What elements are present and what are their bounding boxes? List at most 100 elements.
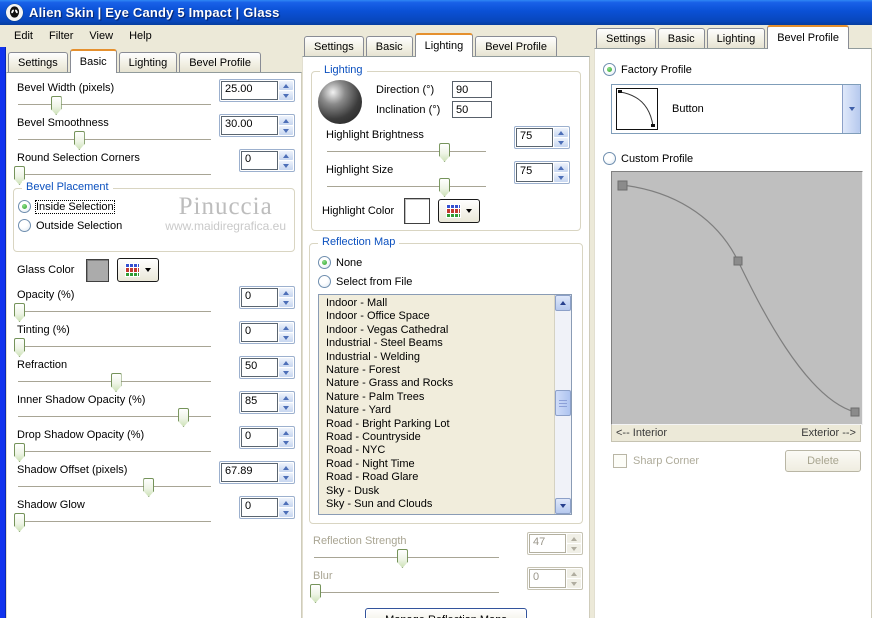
tab-basic[interactable]: Basic: [365, 36, 413, 56]
spin-down-button[interactable]: [567, 544, 581, 553]
scroll-up-button[interactable]: [555, 295, 571, 311]
list-item-road-countryside[interactable]: Road - Countryside: [319, 431, 571, 444]
list-item-industrial-steel-beams[interactable]: Industrial - Steel Beams: [319, 337, 571, 350]
list-item-sky-sun-and-clouds[interactable]: Sky - Sun and Clouds: [319, 498, 571, 511]
slider-thumb[interactable]: [14, 303, 25, 322]
param-value-input[interactable]: 0: [241, 288, 278, 307]
list-item-indoor-office-space[interactable]: Indoor - Office Space: [319, 310, 571, 323]
param-value-input[interactable]: 0: [529, 569, 566, 588]
slider-thumb[interactable]: [439, 178, 451, 197]
tab-settings[interactable]: Settings: [304, 36, 364, 56]
tab-lighting[interactable]: Lighting: [706, 28, 766, 48]
slider-track[interactable]: [18, 131, 211, 150]
slider-track[interactable]: [14, 513, 211, 532]
param-value-input[interactable]: 75: [516, 163, 553, 182]
spin-up-button[interactable]: [567, 569, 581, 578]
slider-track[interactable]: [314, 549, 499, 568]
list-item-road-nyc[interactable]: Road - NYC: [319, 444, 571, 457]
spin-down-button[interactable]: [279, 508, 293, 517]
tab-basic[interactable]: Basic: [69, 49, 117, 73]
spin-down-button[interactable]: [279, 126, 293, 135]
factory-profile-combobox[interactable]: Button: [611, 84, 861, 134]
spin-down-button[interactable]: [279, 438, 293, 447]
param-value-input[interactable]: 67.89: [221, 463, 278, 482]
glass-color-swatch[interactable]: [86, 258, 110, 282]
spin-up-button[interactable]: [279, 288, 293, 297]
spin-up-button[interactable]: [279, 323, 293, 332]
list-item-nature-forest[interactable]: Nature - Forest: [319, 364, 571, 377]
slider-track[interactable]: [18, 478, 211, 497]
spin-up-button[interactable]: [279, 358, 293, 367]
param-value-input[interactable]: 47: [529, 534, 566, 553]
list-item-road-road-glare[interactable]: Road - Road Glare: [319, 471, 571, 484]
direction-input[interactable]: 90: [452, 81, 492, 98]
menu-item-edit[interactable]: Edit: [6, 27, 41, 45]
param-value-input[interactable]: 0: [241, 428, 278, 447]
spin-down-button[interactable]: [554, 173, 568, 182]
slider-track[interactable]: [14, 443, 211, 462]
list-item-industrial-welding[interactable]: Industrial - Welding: [319, 351, 571, 364]
list-item-nature-palm-trees[interactable]: Nature - Palm Trees: [319, 391, 571, 404]
slider-track[interactable]: [18, 408, 211, 427]
spin-up-button[interactable]: [279, 151, 293, 160]
slider-track[interactable]: [14, 166, 211, 185]
param-value-input[interactable]: 0: [241, 498, 278, 517]
menu-item-filter[interactable]: Filter: [41, 27, 81, 45]
delete-button[interactable]: Delete: [785, 450, 861, 472]
list-scrollbar[interactable]: [554, 295, 571, 514]
radio-outside-selection[interactable]: Outside Selection: [18, 217, 294, 234]
spin-up-button[interactable]: [279, 393, 293, 402]
slider-track[interactable]: [18, 373, 211, 392]
tab-lighting[interactable]: Lighting: [414, 33, 474, 57]
spin-up-button[interactable]: [279, 428, 293, 437]
spin-down-button[interactable]: [279, 161, 293, 170]
manage-reflection-maps-button[interactable]: Manage Reflection Maps: [365, 608, 527, 618]
list-item-indoor-mall[interactable]: Indoor - Mall: [319, 297, 571, 310]
spin-up-button[interactable]: [554, 163, 568, 172]
menu-item-view[interactable]: View: [81, 27, 121, 45]
radio-none[interactable]: None: [318, 254, 582, 271]
spin-up-button[interactable]: [279, 463, 293, 472]
light-sphere-control[interactable]: [318, 80, 362, 124]
slider-thumb[interactable]: [14, 443, 25, 462]
tab-bevel-profile[interactable]: Bevel Profile: [475, 36, 557, 56]
slider-thumb[interactable]: [143, 478, 155, 497]
spin-down-button[interactable]: [567, 579, 581, 588]
slider-thumb[interactable]: [110, 373, 122, 392]
slider-thumb[interactable]: [73, 131, 85, 150]
factory-profile-radio[interactable]: Factory Profile: [603, 61, 871, 78]
glass-color-picker-button[interactable]: [117, 258, 160, 282]
param-value-input[interactable]: 0: [241, 151, 278, 170]
bevel-profile-curve-editor[interactable]: [611, 171, 863, 425]
slider-track[interactable]: [327, 178, 486, 197]
scrollbar-thumb[interactable]: [555, 390, 571, 416]
inclination-input[interactable]: 50: [452, 101, 492, 118]
slider-thumb[interactable]: [310, 584, 321, 603]
slider-track[interactable]: [310, 584, 499, 603]
spin-up-button[interactable]: [554, 128, 568, 137]
slider-track[interactable]: [18, 96, 211, 115]
radio-inside-selection[interactable]: Inside Selection: [18, 198, 294, 215]
param-value-input[interactable]: 30.00: [221, 116, 278, 135]
spin-up-button[interactable]: [279, 81, 293, 90]
spin-down-button[interactable]: [279, 473, 293, 482]
list-item-nature-yard[interactable]: Nature - Yard: [319, 404, 571, 417]
param-value-input[interactable]: 25.00: [221, 81, 278, 100]
highlight-color-swatch[interactable]: [404, 198, 431, 224]
param-value-input[interactable]: 85: [241, 393, 278, 412]
spin-down-button[interactable]: [279, 333, 293, 342]
spin-down-button[interactable]: [279, 298, 293, 307]
spin-up-button[interactable]: [567, 534, 581, 543]
param-value-input[interactable]: 75: [516, 128, 553, 147]
tab-settings[interactable]: Settings: [596, 28, 656, 48]
slider-thumb[interactable]: [178, 408, 190, 427]
tab-settings[interactable]: Settings: [8, 52, 68, 72]
spin-up-button[interactable]: [279, 498, 293, 507]
param-value-input[interactable]: 50: [241, 358, 278, 377]
radio-select-from-file[interactable]: Select from File: [318, 273, 582, 290]
spin-down-button[interactable]: [279, 403, 293, 412]
list-item-indoor-vegas-cathedral[interactable]: Indoor - Vegas Cathedral: [319, 324, 571, 337]
list-item-nature-grass-and-rocks[interactable]: Nature - Grass and Rocks: [319, 377, 571, 390]
spin-down-button[interactable]: [279, 368, 293, 377]
slider-track[interactable]: [14, 338, 211, 357]
